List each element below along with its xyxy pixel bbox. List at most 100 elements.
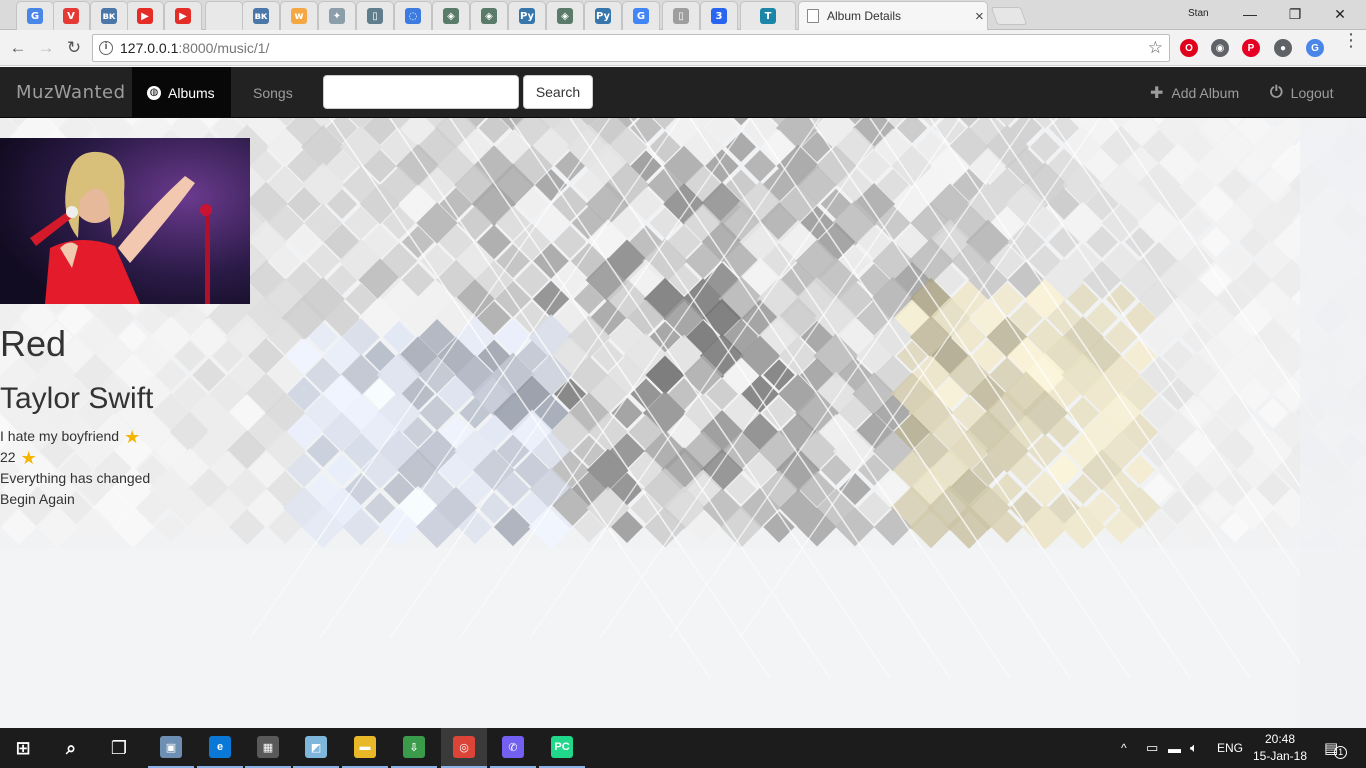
- browser-tab[interactable]: ▯: [662, 1, 700, 30]
- battery-icon[interactable]: ▬: [1168, 728, 1181, 768]
- song-item: I hate my boyfriend ★: [0, 426, 150, 447]
- edge-icon: e: [209, 736, 231, 758]
- pinterest-icon[interactable]: P: [1242, 39, 1260, 57]
- document-icon: ▯: [367, 8, 383, 24]
- reload-icon[interactable]: ↻: [62, 36, 86, 60]
- browser-tab[interactable]: вк: [242, 1, 280, 30]
- address-bar[interactable]: i 127.0.0.1:8000/music/1/ ☆: [92, 34, 1170, 62]
- language-indicator[interactable]: ENG: [1217, 728, 1243, 768]
- taskbar-edge[interactable]: e: [197, 728, 243, 768]
- page-body: MuzWanted ◍ Albums Songs Search ✚ Add Al…: [0, 67, 1366, 728]
- brand-link[interactable]: MuzWanted: [0, 67, 132, 118]
- search-input[interactable]: [323, 75, 519, 109]
- volume-icon[interactable]: 🔈︎: [1190, 728, 1198, 768]
- logout-link[interactable]: ⏻ Logout: [1270, 67, 1333, 118]
- browser-tab[interactable]: w: [280, 1, 318, 30]
- browser-tab[interactable]: [205, 1, 243, 30]
- page-margin: [1300, 118, 1366, 728]
- task-view-icon: ❐: [108, 737, 130, 759]
- notification-center-icon[interactable]: ▤ 1: [1324, 728, 1348, 768]
- song-title: Begin Again: [0, 491, 75, 507]
- back-icon[interactable]: ←: [6, 36, 30, 60]
- python-icon: Py: [595, 8, 611, 24]
- browser-tab[interactable]: вк: [90, 1, 128, 30]
- notepad-icon: ◩: [305, 736, 327, 758]
- taskbar-viber[interactable]: ✆: [490, 728, 536, 768]
- opera-icon[interactable]: O: [1180, 39, 1198, 57]
- plus-icon: ✚: [1150, 84, 1164, 102]
- power-icon: ⏻: [1270, 83, 1283, 101]
- forward-icon[interactable]: →: [34, 36, 58, 60]
- browser-tab[interactable]: G: [622, 1, 660, 30]
- browser-tab[interactable]: T: [740, 1, 796, 30]
- browser-tab[interactable]: Py: [584, 1, 622, 30]
- tab-title: Album Details: [827, 9, 902, 23]
- taskbar-pycharm[interactable]: PC: [539, 728, 585, 768]
- song-item: Begin Again: [0, 489, 150, 510]
- globe-icon: ◍: [147, 85, 161, 100]
- browser-tab[interactable]: ▶: [164, 1, 202, 30]
- taskbar-file-explorer[interactable]: ▬: [342, 728, 388, 768]
- close-window-icon[interactable]: ✕: [1317, 3, 1363, 25]
- taskbar-search[interactable]: ⌕: [48, 728, 94, 768]
- system-clock[interactable]: 20:48 15-Jan-18: [1250, 731, 1310, 765]
- browser-tab[interactable]: ◈: [470, 1, 508, 30]
- search-button[interactable]: Search: [523, 75, 593, 109]
- google-translate-icon: G: [27, 8, 43, 24]
- taskbar-start[interactable]: ⊞: [0, 728, 46, 768]
- network-icon[interactable]: ▭: [1146, 728, 1158, 768]
- browser-tab-strip: T 3 ▯ G Py ◈ Py ◈ ◈ ◌ ▯ ✦ w вк ▶ ▶ вк V G Album Details × …: [0, 0, 1366, 30]
- add-album-link[interactable]: ✚ Add Album: [1150, 67, 1239, 118]
- downloader-icon: ⇩: [403, 736, 425, 758]
- chrome-icon: ◎: [453, 736, 475, 758]
- profile-name[interactable]: Stan: [1188, 8, 1209, 19]
- taskbar-downloader[interactable]: ⇩: [391, 728, 437, 768]
- browser-tab[interactable]: V: [52, 1, 90, 30]
- translate-icon[interactable]: G: [1306, 39, 1324, 57]
- browser-tab[interactable]: ◈: [546, 1, 584, 30]
- browser-tab[interactable]: ✦: [318, 1, 356, 30]
- vk-saver-icon: V: [63, 8, 79, 24]
- clock-time: 20:48: [1264, 732, 1296, 746]
- browser-tab[interactable]: G: [16, 1, 54, 30]
- taskbar-photo-app[interactable]: ▣: [148, 728, 194, 768]
- browser-menu-icon[interactable]: ⋮: [1342, 31, 1360, 49]
- browser-tab[interactable]: ◈: [432, 1, 470, 30]
- restore-icon[interactable]: ❐: [1272, 3, 1318, 25]
- python-icon: Py: [519, 8, 535, 24]
- tray-chevron[interactable]: ^: [1121, 728, 1127, 768]
- extension-shield-icon[interactable]: ◉: [1211, 39, 1229, 57]
- browser-tab[interactable]: ◌: [394, 1, 432, 30]
- notification-count: 1: [1334, 745, 1348, 759]
- start-icon: ⊞: [12, 737, 34, 759]
- nav-songs[interactable]: Songs: [231, 67, 316, 118]
- nav-albums[interactable]: ◍ Albums: [132, 67, 231, 118]
- w-icon: w: [291, 8, 307, 24]
- close-tab-icon[interactable]: ×: [975, 8, 984, 25]
- info-icon[interactable]: i: [99, 41, 113, 55]
- album-artist: Taylor Swift: [0, 382, 154, 415]
- logout-label: Logout: [1290, 84, 1334, 101]
- windows-taskbar: ^ ▭ ▬ 🔈︎ ENG 20:48 15-Jan-18 ▤ 1 ⊞ ⌕ ❐ ▣ e ▦ ◩ ▬…: [0, 728, 1366, 768]
- minimize-icon[interactable]: —: [1227, 3, 1273, 25]
- django-diamond-icon: ◈: [481, 8, 497, 24]
- taskbar-notepad[interactable]: ◩: [293, 728, 339, 768]
- tab-album-details[interactable]: Album Details ×: [798, 1, 988, 30]
- bookmark-star-icon[interactable]: ☆: [1148, 38, 1163, 58]
- new-tab-button[interactable]: [990, 7, 1028, 25]
- vk-icon: вк: [253, 8, 269, 24]
- browser-tab[interactable]: 3: [700, 1, 738, 30]
- site-navbar: MuzWanted ◍ Albums Songs Search ✚ Add Al…: [0, 67, 1366, 118]
- location-pin-icon[interactable]: ●: [1274, 39, 1292, 57]
- taskbar-calculator[interactable]: ▦: [245, 728, 291, 768]
- taskbar-chrome[interactable]: ◎: [441, 728, 487, 768]
- album-title: Red: [0, 323, 67, 364]
- file-explorer-icon: ▬: [354, 736, 376, 758]
- url-text[interactable]: 127.0.0.1:8000/music/1/: [120, 40, 269, 56]
- blank-page-icon: [216, 8, 232, 24]
- browser-tab[interactable]: ▯: [356, 1, 394, 30]
- taskbar-task-view[interactable]: ❐: [96, 728, 142, 768]
- pycharm-icon: PC: [551, 736, 573, 758]
- browser-tab[interactable]: Py: [508, 1, 546, 30]
- browser-tab[interactable]: ▶: [126, 1, 164, 30]
